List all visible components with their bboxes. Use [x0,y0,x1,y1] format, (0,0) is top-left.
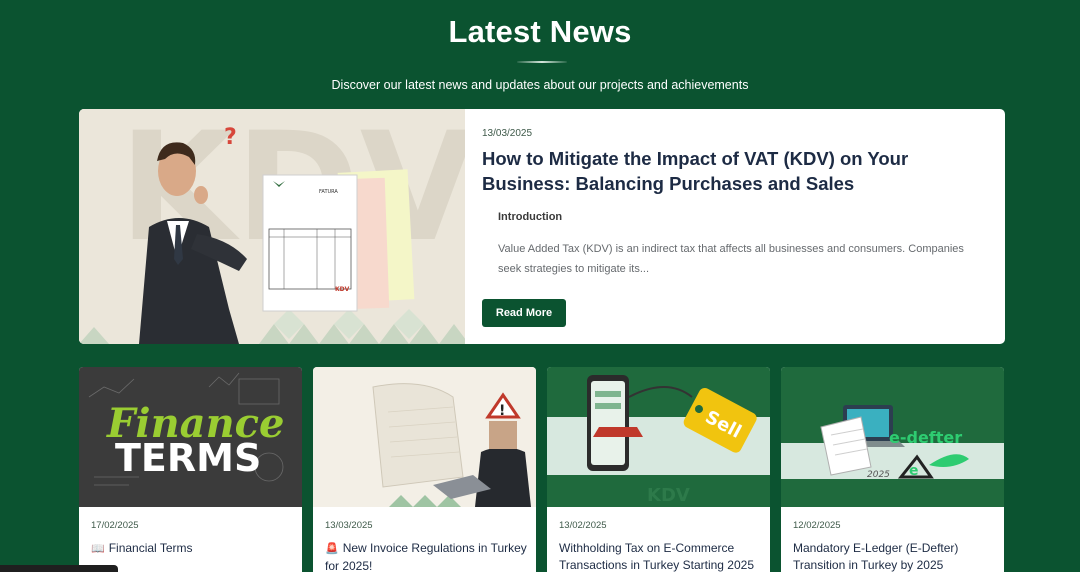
news-card-title[interactable]: 📖 Financial Terms [91,540,296,558]
kdv-watermark: KDV [647,485,690,506]
svg-text:KDV: KDV [335,286,350,293]
terms-text: TERMS [115,436,261,480]
question-mark-icon: ? [224,125,237,150]
news-card-date: 17/02/2025 [91,520,139,531]
news-card-image[interactable]: Sell KDV [547,367,770,507]
news-card-title[interactable]: 🚨 New Invoice Regulations in Turkey for 2… [325,540,530,572]
e-defter-laptop-image: e-defter 2025 e [781,367,1004,507]
news-card-title[interactable]: Withholding Tax on E-Commerce Transactio… [559,540,764,572]
e-badge: e [909,463,919,479]
featured-article-title[interactable]: How to Mitigate the Impact of VAT (KDV) … [482,146,987,196]
news-card-image[interactable]: ! [313,367,536,507]
featured-article-image[interactable]: KDV FATURA KDV [79,109,465,344]
featured-article-date: 13/03/2025 [482,128,533,139]
e-defter-brand: e-defter [889,428,962,447]
featured-article-intro-label: Introduction [498,211,563,223]
svg-text:FATURA: FATURA [319,189,338,195]
featured-article-body: 13/03/2025 How to Mitigate the Impact of… [482,109,992,344]
browser-status-bar [0,565,118,572]
book-icon: 📖 [91,543,105,555]
section-title: Latest News [448,14,632,49]
featured-article-card[interactable]: KDV FATURA KDV [79,109,1005,344]
warning-icon: ! [499,403,505,419]
news-card-withholding-tax[interactable]: Sell KDV 13/02/2025 Withholding Tax on E… [547,367,770,572]
year-label: 2025 [867,470,890,480]
siren-icon: 🚨 [325,543,339,555]
news-card-financial-terms[interactable]: Finance TERMS 17/02/2025 📖 Financial Term… [79,367,302,572]
ecommerce-phone-sell-image: Sell KDV [547,367,770,507]
invoice-businessman-image: ! [313,367,536,507]
news-card-image[interactable]: e-defter 2025 e [781,367,1004,507]
news-card-date: 13/03/2025 [325,520,373,531]
news-card-image[interactable]: Finance TERMS [79,367,302,507]
section-subtitle: Discover our latest news and updates abo… [331,78,749,92]
title-underline [517,61,567,63]
news-card-date: 12/02/2025 [793,520,841,531]
businessman-invoice-illustration: KDV FATURA KDV [79,109,465,344]
news-card-title[interactable]: Mandatory E-Ledger (E-Defter) Transition… [793,540,998,572]
news-card-invoice-regulations[interactable]: ! 13/03/2025 🚨 New Invoice Regulations in… [313,367,536,572]
featured-article-excerpt: Value Added Tax (KDV) is an indirect tax… [498,243,964,275]
news-card-e-ledger[interactable]: e-defter 2025 e 12/02/2025 Mandatory E-L… [781,367,1004,572]
finance-terms-chalkboard-image: Finance TERMS [79,367,302,507]
news-card-date: 13/02/2025 [559,520,607,531]
read-more-button[interactable]: Read More [482,299,566,327]
